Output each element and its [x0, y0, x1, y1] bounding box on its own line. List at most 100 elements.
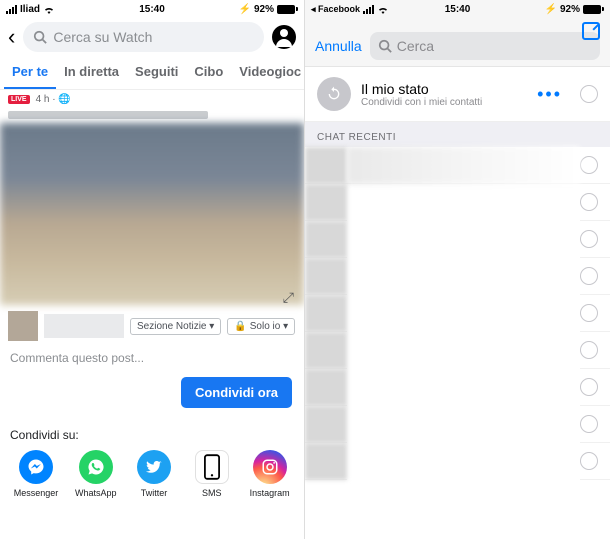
share-whatsapp[interactable]: WhatsApp	[75, 450, 117, 498]
search-icon	[378, 39, 392, 53]
chat-avatar	[305, 369, 347, 406]
select-radio[interactable]	[580, 304, 598, 322]
clock: 15:40	[445, 4, 471, 15]
clock: 15:40	[139, 4, 165, 15]
share-composer-row: ⤢ Sezione Notizie ▾ 🔒 Solo io ▾	[0, 305, 304, 347]
twitter-icon	[137, 450, 171, 484]
select-radio[interactable]	[580, 85, 598, 103]
select-radio[interactable]	[580, 230, 598, 248]
whatsapp-share-screen: ◂ Facebook 15:40 ⚡ 92% Annulla Cerca Il …	[305, 0, 610, 539]
my-status-title: Il mio stato	[361, 81, 482, 97]
chat-avatar	[305, 147, 347, 184]
search-placeholder: Cerca	[397, 38, 434, 54]
post-title-redacted	[8, 111, 208, 119]
chat-name-redacted	[347, 221, 580, 258]
cancel-button[interactable]: Annulla	[315, 38, 362, 54]
carrier-label: Iliad	[20, 4, 40, 15]
wifi-icon	[377, 5, 389, 14]
chat-name-redacted	[347, 369, 580, 406]
share-modal-header: Annulla Cerca	[305, 26, 610, 67]
profile-icon[interactable]	[272, 25, 296, 49]
share-twitter[interactable]: Twitter	[134, 450, 175, 498]
signal-icon	[363, 5, 374, 14]
share-now-button[interactable]: Condividi ora	[181, 377, 292, 408]
back-chevron-icon[interactable]: ‹	[8, 24, 15, 50]
watch-tabs: Per te In diretta Seguiti Cibo Videogioc	[0, 56, 304, 90]
search-input[interactable]: Cerca	[370, 32, 600, 60]
chat-row[interactable]	[305, 258, 610, 295]
select-radio[interactable]	[580, 193, 598, 211]
recent-chats-label: CHAT RECENTI	[305, 122, 610, 147]
chat-row[interactable]	[305, 295, 610, 332]
facebook-watch-screen: Iliad 15:40 ⚡ 92% ‹ Cerca su Watch Per t…	[0, 0, 305, 539]
battery-pct: ⚡ 92%	[545, 4, 580, 15]
chat-row[interactable]	[305, 443, 610, 480]
share-messenger[interactable]: Messenger	[14, 450, 58, 498]
chat-name-redacted	[347, 332, 580, 369]
chat-name-redacted	[347, 295, 580, 332]
user-avatar[interactable]	[8, 311, 38, 341]
privacy-chip[interactable]: 🔒 Solo io ▾	[227, 318, 295, 335]
post-meta: LIVE 4 h · 🌐	[0, 90, 304, 109]
chat-avatar	[305, 406, 347, 443]
share-label: Condividi su:	[10, 428, 294, 442]
select-radio[interactable]	[580, 452, 598, 470]
compose-icon[interactable]	[582, 22, 600, 40]
chat-row[interactable]	[305, 184, 610, 221]
my-status-row[interactable]: Il mio stato Condividi con i miei contat…	[305, 67, 610, 122]
chat-row[interactable]	[305, 221, 610, 258]
signal-icon	[6, 5, 17, 14]
select-radio[interactable]	[580, 415, 598, 433]
more-icon[interactable]: •••	[537, 84, 562, 105]
post-video-thumbnail[interactable]	[0, 123, 304, 305]
instagram-icon	[253, 450, 287, 484]
share-instagram[interactable]: Instagram	[249, 450, 290, 498]
chat-name-redacted	[347, 258, 580, 295]
chat-avatar	[305, 258, 347, 295]
status-bar: ◂ Facebook 15:40 ⚡ 92%	[305, 0, 610, 18]
chat-avatar	[305, 443, 347, 480]
sms-icon	[195, 450, 229, 484]
search-icon	[33, 30, 47, 44]
underlying-header-peek	[305, 18, 610, 26]
chat-name-redacted	[347, 443, 580, 480]
status-avatar-icon	[317, 77, 351, 111]
share-sms[interactable]: SMS	[191, 450, 232, 498]
search-input[interactable]: Cerca su Watch	[23, 22, 264, 52]
tab-seguiti[interactable]: Seguiti	[127, 56, 186, 89]
watch-header: ‹ Cerca su Watch	[0, 18, 304, 56]
chat-row[interactable]	[305, 332, 610, 369]
select-radio[interactable]	[580, 341, 598, 359]
tab-videogiochi[interactable]: Videogioc	[231, 56, 305, 89]
select-radio[interactable]	[580, 267, 598, 285]
chat-name-redacted	[347, 184, 580, 221]
search-placeholder: Cerca su Watch	[53, 29, 152, 45]
chat-avatar	[305, 184, 347, 221]
expand-icon[interactable]: ⤢	[283, 289, 294, 306]
tab-per-te[interactable]: Per te	[4, 56, 56, 89]
my-status-subtitle: Condividi con i miei contatti	[361, 97, 482, 108]
battery-icon	[583, 5, 604, 14]
chat-row[interactable]	[305, 147, 610, 184]
select-radio[interactable]	[580, 378, 598, 396]
audience-chip[interactable]: Sezione Notizie ▾	[130, 318, 221, 335]
share-options: Condividi su: Messenger WhatsApp Twitter…	[0, 422, 304, 498]
tab-in-diretta[interactable]: In diretta	[56, 56, 127, 89]
messenger-icon	[19, 450, 53, 484]
select-radio[interactable]	[580, 156, 598, 174]
chat-avatar	[305, 332, 347, 369]
comment-input[interactable]: Commenta questo post...	[0, 347, 304, 377]
chat-name-redacted	[347, 147, 580, 184]
chat-avatar	[305, 295, 347, 332]
chat-row[interactable]	[305, 369, 610, 406]
recent-chats-list	[305, 147, 610, 480]
status-bar: Iliad 15:40 ⚡ 92%	[0, 0, 304, 18]
back-to-app[interactable]: ◂ Facebook	[311, 4, 360, 15]
whatsapp-icon	[79, 450, 113, 484]
post-time: 4 h · 🌐	[36, 94, 71, 105]
battery-pct: ⚡ 92%	[239, 4, 274, 15]
live-badge: LIVE	[8, 95, 30, 104]
chat-row[interactable]	[305, 406, 610, 443]
chat-avatar	[305, 221, 347, 258]
tab-cibo[interactable]: Cibo	[186, 56, 231, 89]
